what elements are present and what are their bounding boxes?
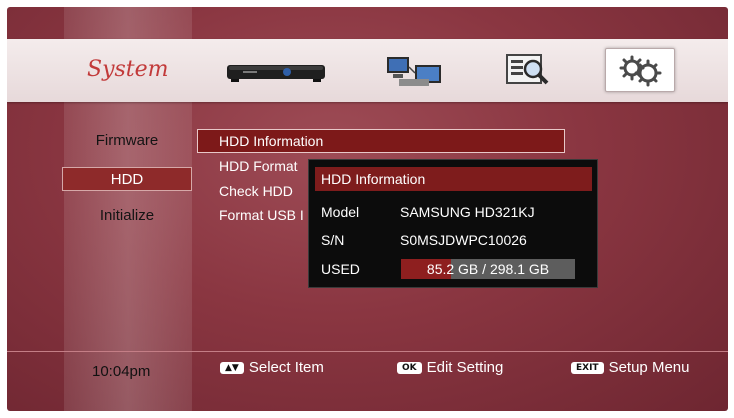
hint-label: Setup Menu bbox=[608, 359, 690, 376]
menu-item-format-usb[interactable]: Format USB I bbox=[219, 207, 304, 223]
used-label: USED bbox=[321, 261, 360, 277]
menu-item-check-hdd[interactable]: Check HDD bbox=[219, 183, 293, 199]
hint-label: Edit Setting bbox=[426, 359, 504, 376]
page-title: System bbox=[87, 57, 169, 82]
clock-time: 10:04pm bbox=[92, 363, 151, 380]
hint-setup-menu: EXIT Setup Menu bbox=[571, 359, 689, 376]
model-value: SAMSUNG HD321KJ bbox=[400, 204, 535, 220]
sidebar-item-hdd[interactable]: HDD bbox=[62, 167, 192, 191]
network-icon[interactable] bbox=[385, 51, 445, 89]
used-space-value: 85.2 GB / 298.1 GB bbox=[426, 261, 550, 277]
ok-key-icon: OK bbox=[397, 362, 422, 374]
media-info-icon[interactable] bbox=[501, 51, 553, 89]
used-space-bar: 85.2 GB / 298.1 GB bbox=[401, 259, 575, 279]
serial-number-label: S/N bbox=[321, 232, 345, 248]
hint-select-item: ▲▼ Select Item bbox=[220, 359, 324, 376]
tv-screen: System Firmware HDD Initialize HDD Infor… bbox=[7, 7, 728, 411]
sidebar-item-firmware[interactable]: Firmware bbox=[62, 132, 192, 149]
hint-label: Select Item bbox=[248, 359, 324, 376]
model-label: Model bbox=[321, 204, 360, 220]
sidebar-item-initialize[interactable]: Initialize bbox=[62, 207, 192, 224]
hint-edit-setting: OK Edit Setting bbox=[397, 359, 503, 376]
menu-item-hdd-information[interactable]: HDD Information bbox=[219, 133, 323, 149]
settings-gears-icon[interactable] bbox=[605, 48, 675, 92]
popup-title: HDD Information bbox=[321, 171, 426, 187]
footer-divider bbox=[7, 351, 728, 352]
exit-key-icon: EXIT bbox=[571, 362, 604, 374]
serial-number-value: S0MSJDWPC10026 bbox=[400, 232, 527, 248]
up-down-key-icon: ▲▼ bbox=[220, 362, 244, 374]
menu-item-hdd-format[interactable]: HDD Format bbox=[219, 158, 298, 174]
hdd-information-popup: HDD Information Model SAMSUNG HD321KJ S/… bbox=[308, 159, 598, 288]
set-top-box-icon[interactable] bbox=[225, 51, 327, 89]
